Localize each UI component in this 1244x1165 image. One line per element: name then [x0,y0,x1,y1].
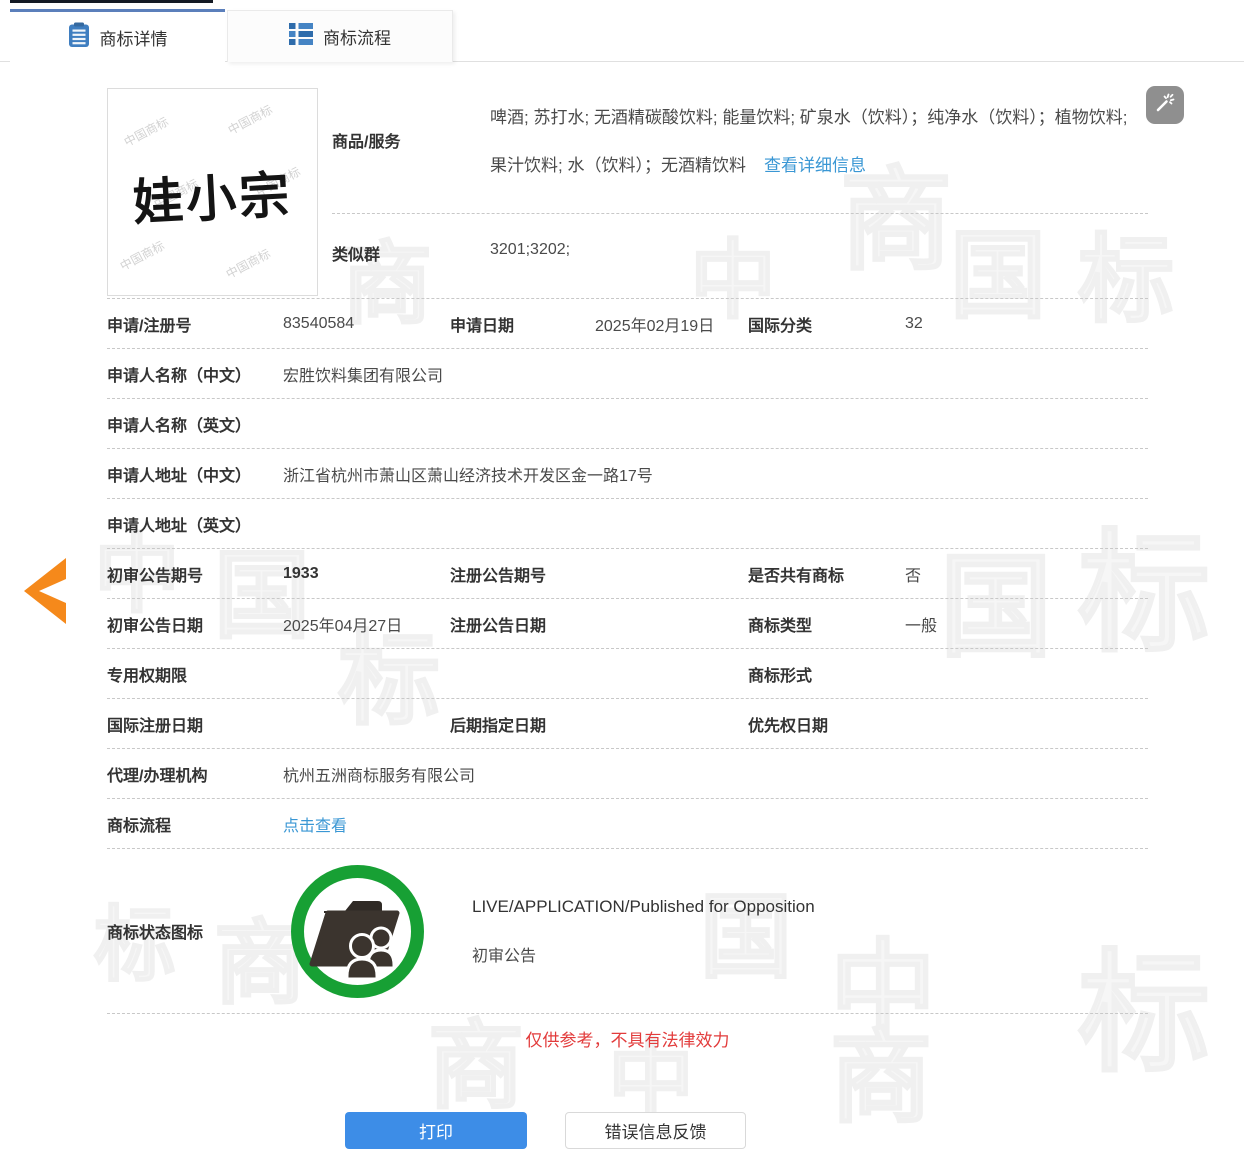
tab-trademark-detail[interactable]: 商标详情 [10,9,225,62]
intl-reg-date-label: 国际注册日期 [107,712,283,736]
app-date-label: 申请日期 [450,312,595,336]
table-row: 专用权期限 商标形式 [107,649,1148,699]
table-row: 初审公告日期 2025年04月27日 注册公告日期 商标类型 一般 [107,599,1148,649]
table-row: 申请人地址（中文） 浙江省杭州市萧山区萧山经济技术开发区金一路17号 [107,449,1148,499]
table-row: 申请人地址（英文） [107,499,1148,549]
mark-type-value: 一般 [905,612,1148,636]
status-text: LIVE/APPLICATION/Published for Oppositio… [472,897,815,966]
magic-wand-icon [1153,91,1177,120]
addr-cn-label: 申请人地址（中文） [107,462,283,486]
agency-label: 代理/办理机构 [107,762,283,786]
shared-mark-value: 否 [905,562,1148,586]
app-number-label: 申请/注册号 [107,312,283,336]
magic-wand-button[interactable] [1146,86,1184,124]
initial-gazette-no-value: 1933 [283,565,450,583]
trademark-summary-section: 中国商标 中国商标 中国商标 中国商标 中国商标 中国商标 娃小宗 商品/服务 … [107,88,1148,299]
tab-bar: 商标详情 商标流程 [0,0,1244,62]
status-folder-icon [285,859,430,1004]
image-watermark: 中国商标 [223,245,273,283]
applicant-en-label: 申请人名称（英文） [107,412,283,436]
table-row: 商标流程 点击查看 [107,799,1148,849]
collapse-left-arrow[interactable] [24,558,66,624]
table-row: 申请/注册号 83540584 申请日期 2025年02月19日 国际分类 32 [107,299,1148,349]
status-line-chinese: 初审公告 [472,942,815,966]
status-label: 商标状态图标 [107,919,285,943]
tab-label: 商标详情 [100,25,168,50]
goods-services-label: 商品/服务 [332,128,400,152]
image-watermark: 中国商标 [225,101,275,139]
print-button[interactable]: 打印 [345,1112,527,1149]
trademark-status-row: 商标状态图标 LIVE/APPLICATION/Published for Op… [107,849,1148,1014]
clipboard-icon [68,22,90,53]
addr-en-label: 申请人地址（英文） [107,512,283,536]
reg-gazette-date-label: 注册公告日期 [450,612,595,636]
error-feedback-button[interactable]: 错误信息反馈 [565,1112,746,1149]
app-date-value: 2025年02月19日 [595,312,748,336]
priority-date-label: 优先权日期 [748,712,905,736]
applicant-cn-value: 宏胜饮料集团有限公司 [283,362,1148,386]
initial-gazette-date-value: 2025年04月27日 [283,612,450,636]
tab-label: 商标流程 [323,24,391,49]
table-row: 代理/办理机构 杭州五洲商标服务有限公司 [107,749,1148,799]
trademark-detail-page: 商 国 标 中 商 标 国 中 标 国 商 标 国 中 商 标 商 中 [0,0,1244,1165]
trademark-image: 中国商标 中国商标 中国商标 中国商标 中国商标 中国商标 娃小宗 [107,88,318,296]
table-row: 申请人名称（中文） 宏胜饮料集团有限公司 [107,349,1148,399]
legal-disclaimer: 仅供参考，不具有法律效力 [107,1026,1148,1051]
table-row: 申请人名称（英文） [107,399,1148,449]
shared-mark-label: 是否共有商标 [748,562,905,586]
similar-group-value: 3201;3202; [490,241,570,259]
process-label: 商标流程 [107,812,283,836]
list-icon [289,22,313,51]
image-watermark: 中国商标 [121,113,171,151]
table-row: 国际注册日期 后期指定日期 优先权日期 [107,699,1148,749]
mark-type-label: 商标类型 [748,612,905,636]
process-view-link[interactable]: 点击查看 [283,812,1148,836]
image-watermark: 中国商标 [117,237,167,275]
tab-top-strip [10,0,213,3]
exclusive-period-label: 专用权期限 [107,662,283,686]
similar-group-row: 类似群 3201;3202; [332,214,1148,299]
addr-cn-value: 浙江省杭州市萧山区萧山经济技术开发区金一路17号 [283,462,1148,486]
applicant-cn-label: 申请人名称（中文） [107,362,283,386]
action-buttons: 打印 错误信息反馈 [345,1112,746,1149]
later-designation-date-label: 后期指定日期 [450,712,595,736]
goods-services-value: 啤酒; 苏打水; 无酒精碳酸饮料; 能量饮料; 矿泉水（饮料）；纯净水（饮料）；… [490,94,1136,190]
view-details-link[interactable]: 查看详细信息 [764,156,866,175]
table-row: 初审公告期号 1933 注册公告期号 是否共有商标 否 [107,549,1148,599]
agency-value: 杭州五洲商标服务有限公司 [283,762,1148,786]
mark-form-label: 商标形式 [748,662,905,686]
initial-gazette-date-label: 初审公告日期 [107,612,283,636]
goods-services-row: 商品/服务 啤酒; 苏打水; 无酒精碳酸饮料; 能量饮料; 矿泉水（饮料）；纯净… [332,88,1148,214]
initial-gazette-no-label: 初审公告期号 [107,562,283,586]
app-number-value: 83540584 [283,315,450,333]
intl-class-value: 32 [905,315,1148,333]
intl-class-label: 国际分类 [748,312,905,336]
status-line-english: LIVE/APPLICATION/Published for Oppositio… [472,897,815,917]
similar-group-label: 类似群 [332,241,380,265]
trademark-name: 娃小宗 [107,154,318,237]
tab-trademark-process[interactable]: 商标流程 [227,10,453,62]
detail-fields: 申请/注册号 83540584 申请日期 2025年02月19日 国际分类 32… [107,299,1148,1014]
reg-gazette-no-label: 注册公告期号 [450,562,595,586]
